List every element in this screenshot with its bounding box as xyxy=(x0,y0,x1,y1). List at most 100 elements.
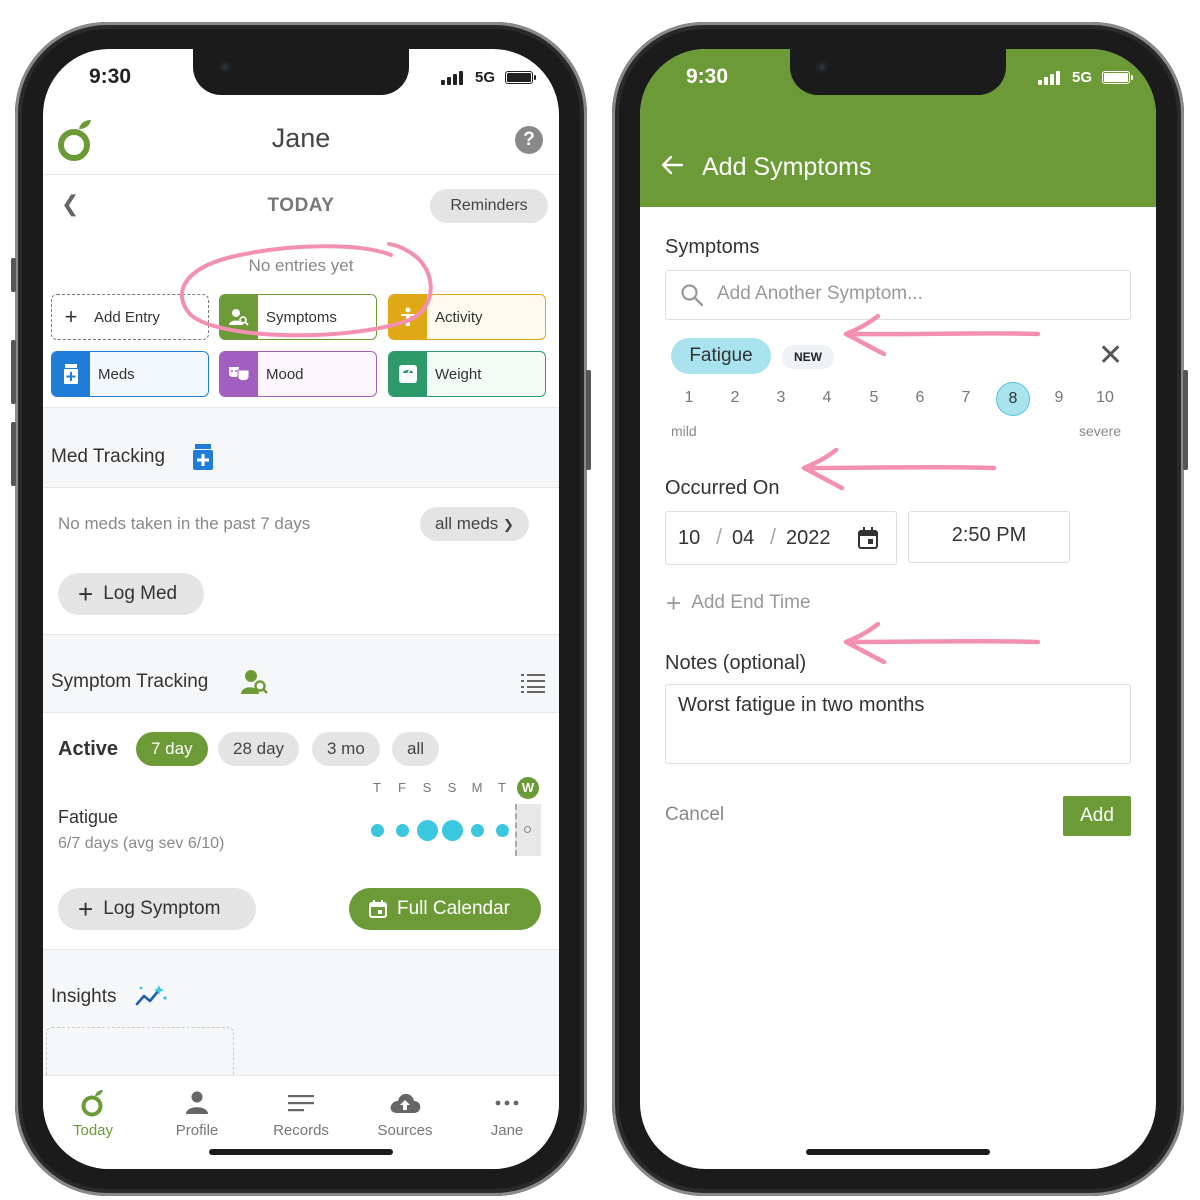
volume-up-button xyxy=(11,340,16,404)
symptom-search-input[interactable]: Add Another Symptom... xyxy=(665,270,1131,320)
add-button[interactable]: Add xyxy=(1063,796,1131,836)
divider xyxy=(43,487,559,488)
symptom-chip[interactable]: Fatigue xyxy=(671,338,771,374)
range-3-mo[interactable]: 3 mo xyxy=(312,732,380,766)
weekday-label: S xyxy=(447,780,457,795)
cloud-upload-icon xyxy=(390,1093,421,1113)
mute-switch xyxy=(11,258,16,292)
signal-icon xyxy=(441,71,463,85)
date-month: 10 xyxy=(678,527,701,549)
tab-records[interactable]: Records xyxy=(251,1088,351,1139)
meds-entry-button[interactable]: Meds xyxy=(51,351,209,397)
reminders-button[interactable]: Reminders xyxy=(430,189,548,223)
tab-today[interactable]: Today xyxy=(43,1088,143,1139)
volume-down-button xyxy=(11,422,16,486)
divider xyxy=(43,949,559,950)
time-value: 2:50 PM xyxy=(951,524,1027,546)
left-screen: 9:30 5G Jane ? ❮ TODAY Reminders No entr… xyxy=(43,49,559,1169)
date-separator: / xyxy=(716,524,723,549)
home-indicator xyxy=(209,1149,393,1155)
severity-dot xyxy=(371,824,384,837)
home-indicator xyxy=(806,1149,990,1155)
search-icon xyxy=(681,284,704,307)
weekday-label: S xyxy=(422,780,432,795)
add-end-time-button[interactable]: + Add End Time xyxy=(666,590,811,616)
tab-more[interactable]: Jane xyxy=(457,1088,557,1139)
network-label: 5G xyxy=(475,69,496,86)
scale-icon xyxy=(389,352,427,396)
severity-max-label: severe xyxy=(1079,423,1122,439)
cancel-button[interactable]: Cancel xyxy=(665,804,724,826)
calendar-icon[interactable] xyxy=(858,527,878,549)
log-med-button[interactable]: + Log Med xyxy=(58,573,204,615)
severity-2[interactable]: 2 xyxy=(725,389,745,407)
plus-icon: + xyxy=(78,894,94,924)
weekday-label: T xyxy=(373,780,381,795)
weekday-label: T xyxy=(498,780,506,795)
power-button xyxy=(1183,370,1188,470)
date-input[interactable]: 10 / 04 / 2022 xyxy=(665,511,897,565)
page-title: Jane xyxy=(271,123,331,153)
tab-sources[interactable]: Sources xyxy=(355,1088,455,1139)
day-navigation: ❮ TODAY Reminders xyxy=(43,175,559,235)
plus-icon: + xyxy=(64,304,78,329)
range-all[interactable]: all xyxy=(392,732,440,766)
theater-masks-icon xyxy=(220,352,258,396)
list-menu-icon[interactable] xyxy=(521,673,545,693)
notes-value: Worst fatigue in two months xyxy=(678,694,925,716)
notch xyxy=(193,49,409,95)
severity-9[interactable]: 9 xyxy=(1049,389,1069,407)
mood-entry-button[interactable]: Mood xyxy=(219,351,377,397)
list-lines-icon xyxy=(288,1095,314,1112)
no-meds-text: No meds taken in the past 7 days xyxy=(58,514,311,533)
full-calendar-button[interactable]: Full Calendar xyxy=(349,888,541,930)
active-label: Active xyxy=(58,738,119,760)
arrow-left-icon[interactable] xyxy=(660,153,684,177)
med-bottle-icon xyxy=(193,444,213,470)
page-title: Add Symptoms xyxy=(702,153,872,181)
close-icon[interactable]: ✕ xyxy=(1098,341,1123,371)
severity-min-label: mild xyxy=(671,423,697,439)
date-day: 04 xyxy=(732,527,755,549)
person-search-icon xyxy=(220,295,258,339)
right-screen: 9:30 5G Add Symptoms Symptoms Add Anothe… xyxy=(640,49,1156,1169)
status-time: 9:30 xyxy=(686,65,729,88)
severity-10[interactable]: 10 xyxy=(1095,389,1115,407)
chevron-right-icon: ❯ xyxy=(503,517,514,532)
search-placeholder: Add Another Symptom... xyxy=(717,283,923,304)
severity-8-selected[interactable]: 8 xyxy=(996,382,1030,416)
divider xyxy=(43,712,559,713)
more-dots-icon xyxy=(495,1100,519,1106)
symptoms-entry-button[interactable]: Symptoms xyxy=(219,294,377,340)
plus-icon: + xyxy=(78,579,94,609)
weight-entry-button[interactable]: Weight xyxy=(388,351,546,397)
notes-label: Notes (optional) xyxy=(665,652,807,674)
time-input[interactable]: 2:50 PM xyxy=(908,511,1070,563)
tab-profile[interactable]: Profile xyxy=(147,1088,247,1139)
log-symptom-button[interactable]: + Log Symptom xyxy=(58,888,256,930)
all-meds-button[interactable]: all meds ❯ xyxy=(420,507,529,541)
range-7-day[interactable]: 7 day xyxy=(136,732,208,766)
severity-4[interactable]: 4 xyxy=(817,389,837,407)
severity-6[interactable]: 6 xyxy=(910,389,930,407)
severity-1[interactable]: 1 xyxy=(679,389,699,407)
help-icon[interactable]: ? xyxy=(515,126,543,154)
plus-icon: + xyxy=(666,588,682,618)
no-entries-text: No entries yet xyxy=(248,256,354,275)
severity-5[interactable]: 5 xyxy=(864,389,884,407)
severity-3[interactable]: 3 xyxy=(771,389,791,407)
add-entry-button[interactable]: + Add Entry xyxy=(51,294,209,340)
today-cell[interactable] xyxy=(515,804,541,856)
severity-7[interactable]: 7 xyxy=(956,389,976,407)
severity-dot xyxy=(396,824,409,837)
severity-dot xyxy=(496,824,509,837)
weekday-label: F xyxy=(398,780,406,795)
battery-icon xyxy=(1102,71,1133,84)
symptom-summary: 6/7 days (avg sev 6/10) xyxy=(58,835,225,852)
insights-title: Insights xyxy=(51,986,117,1007)
range-28-day[interactable]: 28 day xyxy=(218,732,300,766)
date-year: 2022 xyxy=(786,527,831,549)
insights-sparkle-icon xyxy=(135,985,167,1006)
activity-entry-button[interactable]: Activity xyxy=(388,294,546,340)
symptom-name[interactable]: Fatigue xyxy=(58,807,118,828)
